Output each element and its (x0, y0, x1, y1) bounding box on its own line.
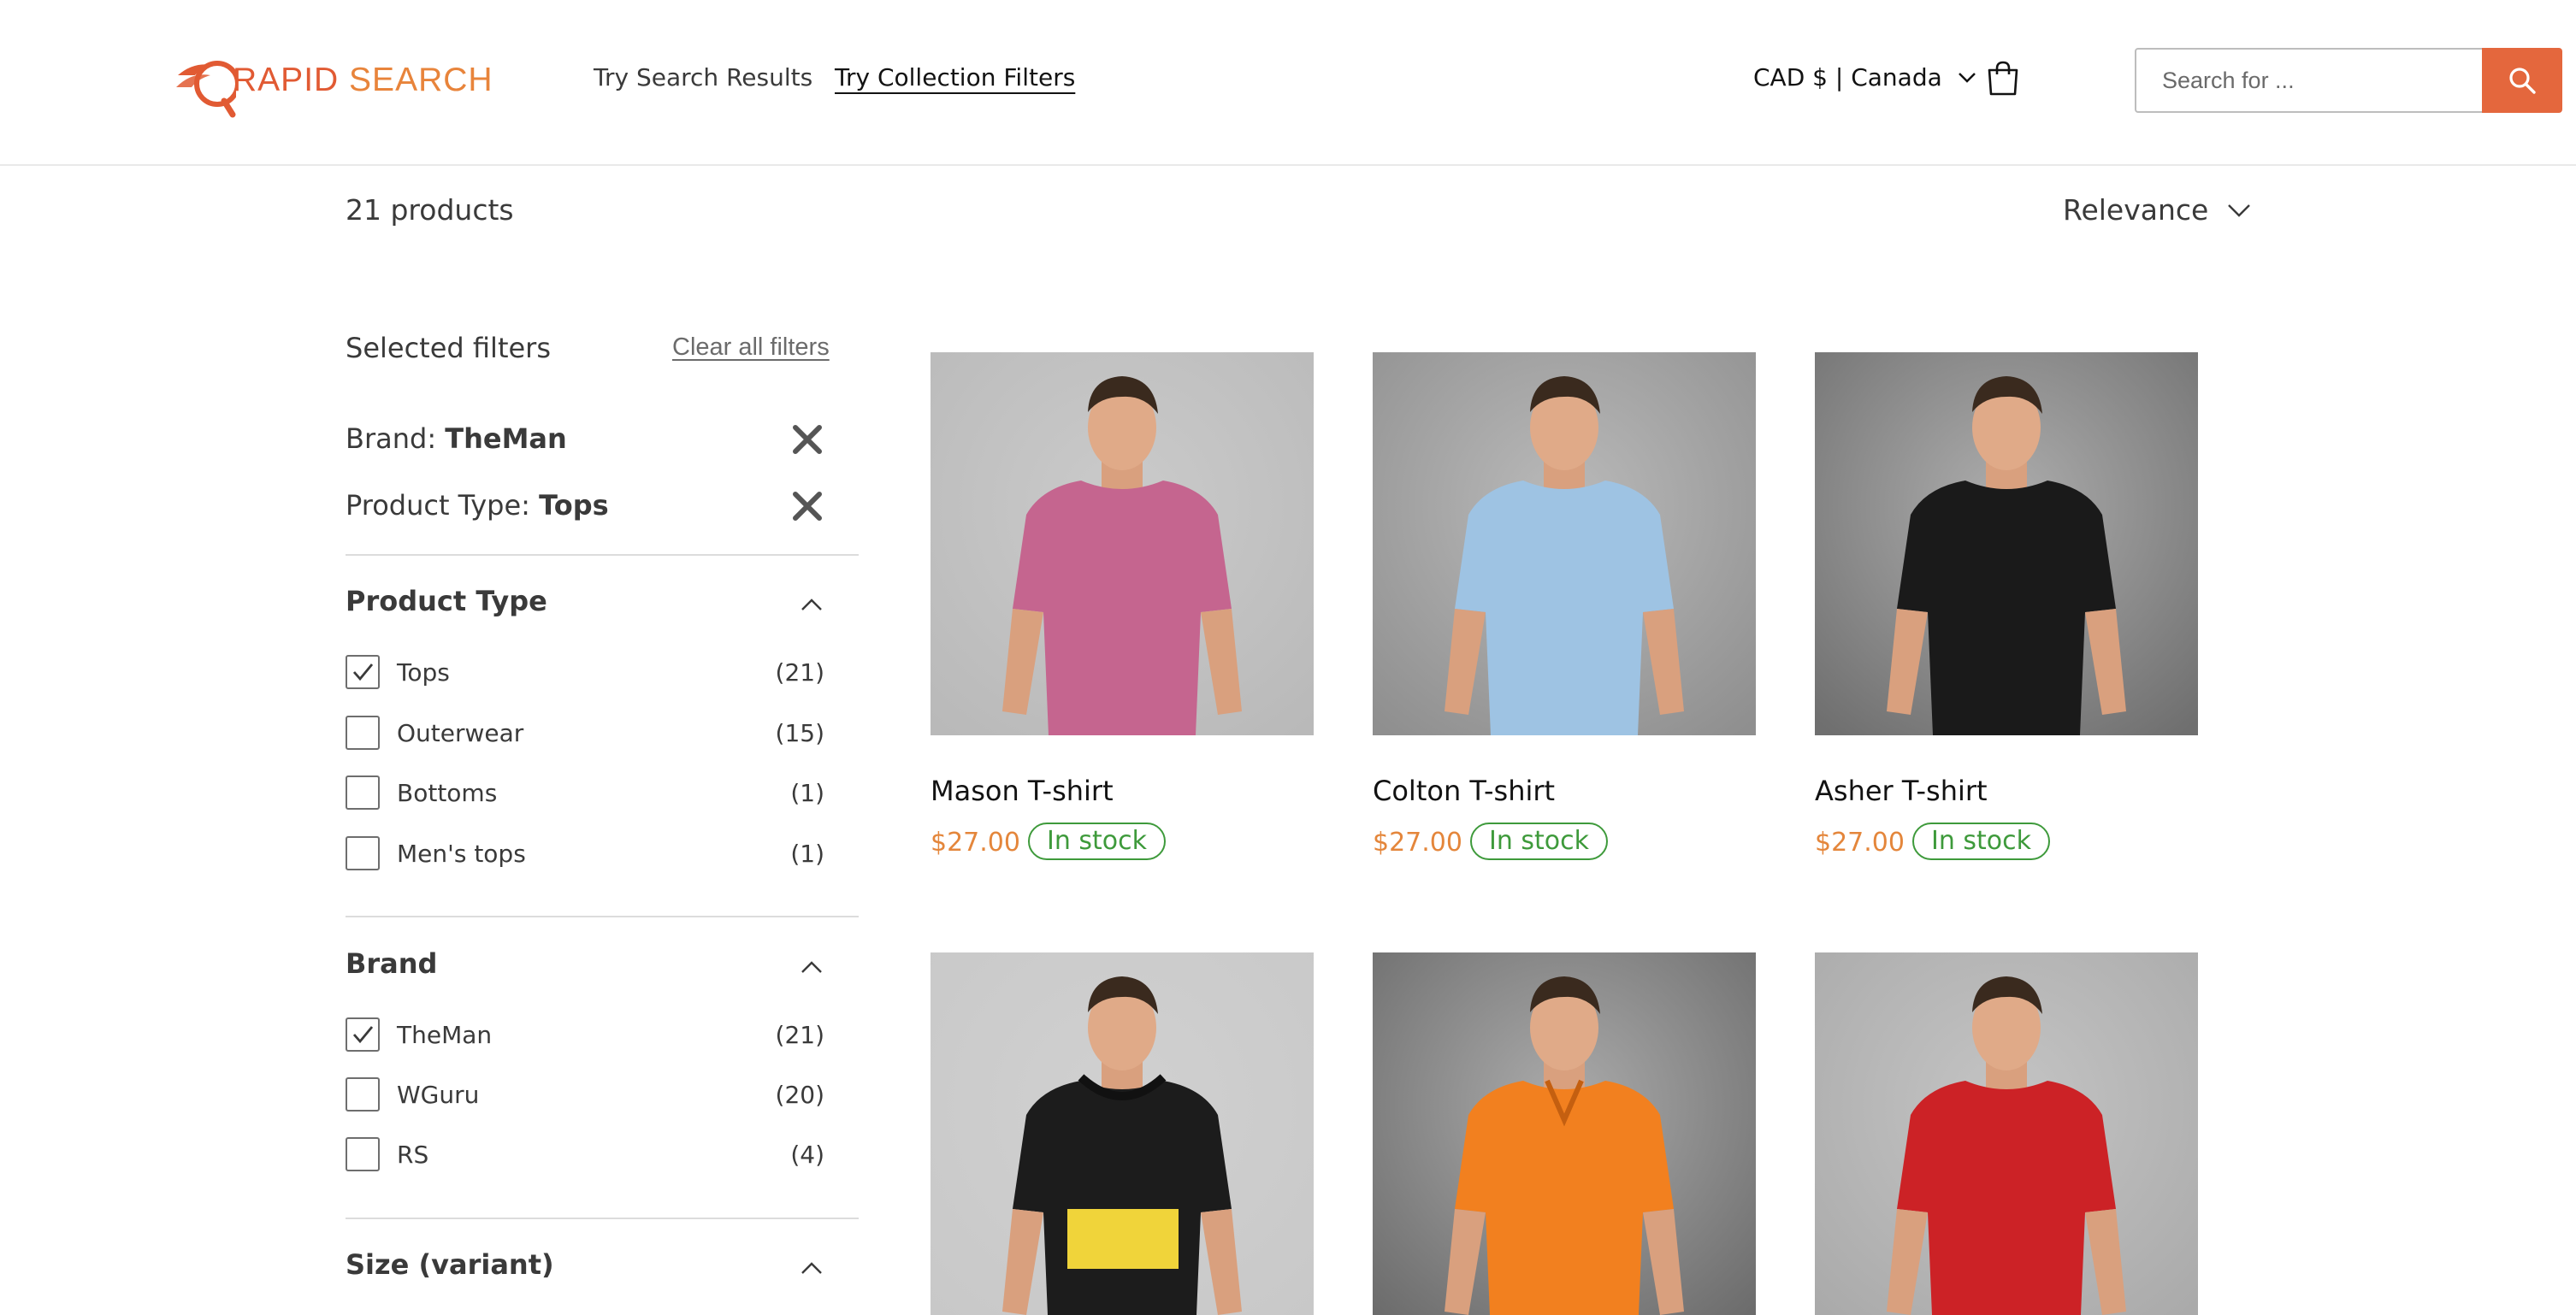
option-label: Tops (397, 658, 450, 687)
option-label: Outerwear (397, 719, 524, 747)
currency-selector[interactable]: CAD $ | Canada (1753, 63, 1976, 91)
selected-filters-title: Selected filters (346, 332, 551, 364)
facet-option-bottoms[interactable]: Bottoms (1) (346, 775, 824, 810)
facet-title-brand[interactable]: Brand (346, 947, 437, 980)
product-count: 21 products (346, 193, 514, 227)
facet-title-product-type[interactable]: Product Type (346, 585, 547, 617)
option-label: WGuru (397, 1081, 480, 1109)
divider (346, 916, 859, 917)
chip-key: Brand: (346, 422, 437, 455)
option-count: (21) (775, 1021, 824, 1049)
option-count: (4) (790, 1141, 824, 1169)
search-button[interactable] (2482, 48, 2562, 113)
product-price: $27.00 (1815, 828, 1905, 858)
logo-word-rapid: APID (257, 62, 350, 98)
sort-label: Relevance (2063, 193, 2209, 227)
product-price: $27.00 (931, 828, 1020, 858)
product-image[interactable] (931, 952, 1314, 1315)
product-image[interactable] (1815, 352, 2198, 735)
facet-option-outerwear[interactable]: Outerwear (15) (346, 716, 824, 750)
checkmark-icon (352, 663, 374, 681)
stock-badge: In stock (1470, 823, 1609, 860)
product-image[interactable] (1373, 952, 1756, 1315)
product-image[interactable] (931, 352, 1314, 735)
divider (346, 554, 859, 556)
selected-filter-chip: Brand: TheMan (346, 417, 824, 460)
remove-filter-icon[interactable] (790, 489, 824, 523)
selected-filter-chip: Product Type: Tops (346, 484, 824, 527)
chip-key: Product Type: (346, 489, 530, 522)
logo-letter-r: R (233, 62, 258, 98)
remove-filter-icon[interactable] (790, 422, 824, 457)
stock-badge: In stock (1028, 823, 1167, 860)
checkmark-icon (352, 1026, 374, 1044)
chip-label: Product Type: Tops (346, 489, 609, 522)
checkbox[interactable] (346, 775, 380, 810)
chip-value: TheMan (445, 422, 567, 455)
logo-text: RAPID SEARCH (233, 62, 493, 99)
option-label: RS (397, 1141, 429, 1169)
search-icon (2509, 68, 2536, 94)
facet-option-wguru[interactable]: WGuru (20) (346, 1077, 824, 1112)
chip-value: Tops (539, 489, 609, 522)
option-count: (15) (775, 719, 824, 747)
chevron-up-icon[interactable] (799, 1255, 824, 1281)
checkbox[interactable] (346, 655, 380, 689)
product-image[interactable] (1373, 352, 1756, 735)
site-header: RAPID SEARCH Try Search Results Try Coll… (0, 0, 2576, 166)
checkbox[interactable] (346, 1017, 380, 1052)
checkbox[interactable] (346, 716, 380, 750)
chip-label: Brand: TheMan (346, 422, 567, 455)
option-count: (21) (775, 658, 824, 687)
product-title[interactable]: Colton T-shirt (1373, 775, 1555, 807)
search-input[interactable] (2136, 50, 2482, 111)
divider (346, 1218, 859, 1219)
product-title[interactable]: Asher T-shirt (1815, 775, 1988, 807)
chevron-down-icon (1958, 72, 1976, 83)
search-bar (2135, 48, 2562, 113)
chevron-up-icon[interactable] (799, 954, 824, 980)
product-image[interactable] (1815, 952, 2198, 1315)
checkbox[interactable] (346, 836, 380, 870)
facet-option-mens-tops[interactable]: Men's tops (1) (346, 836, 824, 870)
product-title[interactable]: Mason T-shirt (931, 775, 1114, 807)
facet-title-size[interactable]: Size (variant) (346, 1248, 554, 1281)
logo-swoosh-icon (176, 61, 236, 118)
chevron-up-icon[interactable] (799, 592, 824, 617)
option-label: Bottoms (397, 779, 498, 807)
logo-word-search: SEARCH (349, 62, 493, 98)
option-label: TheMan (397, 1021, 493, 1049)
rapid-search-logo[interactable]: RAPID SEARCH (176, 50, 493, 118)
nav-try-collection-filters[interactable]: Try Collection Filters (835, 63, 1075, 91)
option-count: (1) (790, 840, 824, 868)
currency-label: CAD $ | Canada (1753, 63, 1942, 91)
checkbox[interactable] (346, 1077, 380, 1112)
option-label: Men's tops (397, 840, 526, 868)
clear-all-filters-link[interactable]: Clear all filters (672, 333, 830, 362)
sort-dropdown[interactable]: Relevance (2063, 193, 2251, 227)
chevron-down-icon (2228, 203, 2251, 217)
facet-option-theman[interactable]: TheMan (21) (346, 1017, 824, 1052)
option-count: (20) (775, 1081, 824, 1109)
option-count: (1) (790, 779, 824, 807)
checkbox[interactable] (346, 1137, 380, 1171)
stock-badge: In stock (1912, 823, 2051, 860)
facet-option-tops[interactable]: Tops (21) (346, 655, 824, 689)
facet-option-rs[interactable]: RS (4) (346, 1137, 824, 1171)
product-price: $27.00 (1373, 828, 1462, 858)
nav-try-search-results[interactable]: Try Search Results (594, 63, 812, 91)
cart-icon[interactable] (1984, 60, 2022, 97)
